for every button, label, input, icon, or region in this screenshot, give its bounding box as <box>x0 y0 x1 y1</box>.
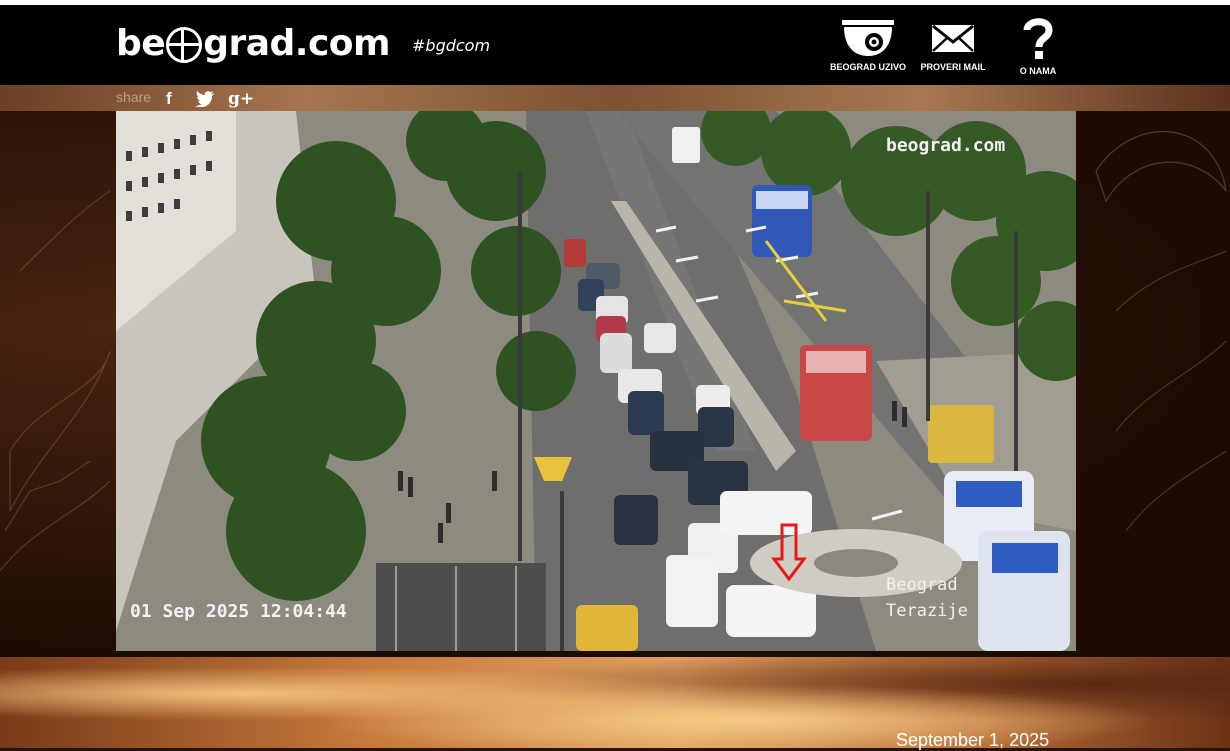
nav-label: BEOGRAD UZIVO <box>830 62 907 72</box>
nav-o-nama[interactable]: O NAMA <box>1010 16 1066 76</box>
logo-text-start: be <box>116 22 166 64</box>
nav-label: O NAMA <box>1019 66 1057 76</box>
leaf-ornament-left <box>0 190 111 572</box>
site-header: be grad.com #bgdcom BEOGRAD UZIVO PROVER… <box>0 5 1230 85</box>
camera-watermark: beograd.com <box>886 135 1006 156</box>
camera-location-line2: Terazije <box>886 601 968 621</box>
security-camera-icon <box>842 20 894 56</box>
camera-location-line1: Beograd <box>886 575 958 595</box>
traffic-camera-image <box>116 111 1076 651</box>
globe-icon <box>166 27 203 63</box>
googleplus-icon[interactable]: g+ <box>228 89 254 109</box>
question-mark-icon <box>1023 18 1053 59</box>
share-bar: share f g+ <box>0 85 1230 111</box>
facebook-icon[interactable]: f <box>166 89 172 109</box>
nav-label: PROVERI MAIL <box>920 62 986 72</box>
leaf-ornament-right <box>1095 131 1227 532</box>
live-camera-view[interactable]: beograd.com 01 Sep 2025 12:04:44 Beograd… <box>116 111 1076 651</box>
share-label: share <box>116 89 152 105</box>
nav-proveri-mail[interactable]: PROVERI MAIL <box>917 16 989 72</box>
camera-timestamp: 01 Sep 2025 12:04:44 <box>130 601 347 622</box>
hashtag: #bgdcom <box>412 36 491 55</box>
twitter-bird-icon[interactable] <box>195 91 215 107</box>
logo-text-end: grad.com <box>203 22 391 64</box>
nav-beograd-uzivo[interactable]: BEOGRAD UZIVO <box>830 16 906 72</box>
site-logo[interactable]: be grad.com <box>116 18 391 68</box>
envelope-icon <box>932 24 974 52</box>
